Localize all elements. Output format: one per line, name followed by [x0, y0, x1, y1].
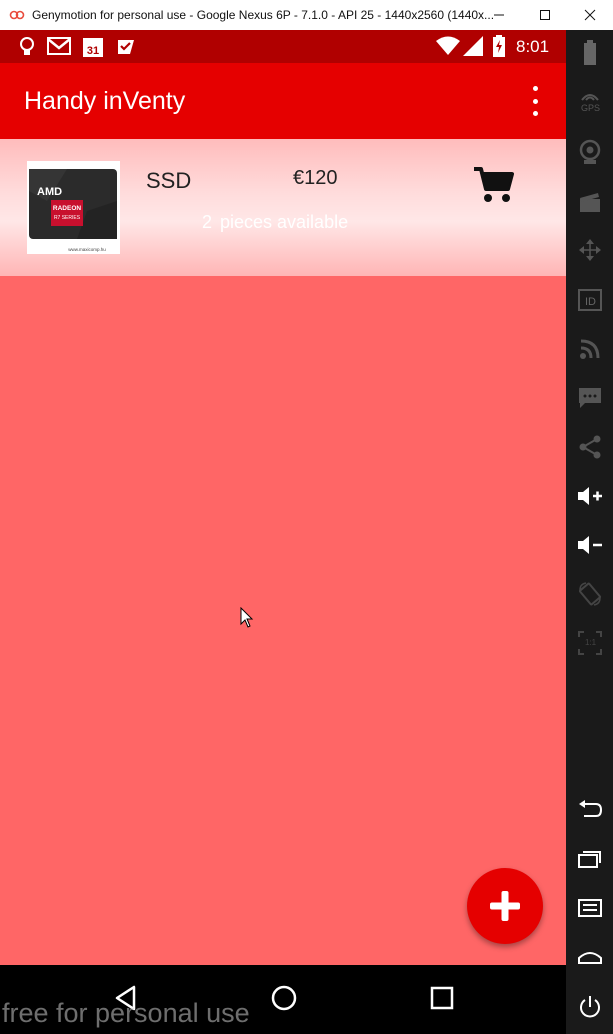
- svg-text:R7 SERIES: R7 SERIES: [54, 215, 81, 221]
- lightbulb-icon: [20, 37, 34, 55]
- cell-signal-icon: [463, 36, 483, 56]
- media-widget-button[interactable]: [575, 187, 605, 217]
- svg-text:RADEON: RADEON: [53, 205, 81, 212]
- dpad-widget-button[interactable]: [575, 235, 605, 265]
- network-widget-button[interactable]: [575, 334, 605, 364]
- svg-text:31: 31: [87, 45, 99, 57]
- list-item[interactable]: AMD RADEON R7 SERIES www.maxicomp.hu SSD…: [0, 139, 566, 276]
- battery-widget-button[interactable]: [575, 38, 605, 68]
- emulator-sidebar: GPS ID 1:1: [566, 30, 613, 1034]
- item-quantity: 2: [202, 212, 213, 232]
- status-time: 8:01: [516, 37, 550, 56]
- id-label: ID: [585, 296, 596, 308]
- volume-up-button[interactable]: [575, 481, 605, 511]
- svg-text:www.maxicomp.hu: www.maxicomp.hu: [68, 247, 106, 252]
- share-icon: [579, 435, 601, 459]
- window-title: Genymotion for personal use - Google Nex…: [32, 8, 495, 22]
- battery-widget-icon: [584, 40, 596, 65]
- home-side-button[interactable]: [575, 942, 605, 972]
- plus-icon: [490, 891, 520, 921]
- item-quantity-label: pieces available: [220, 212, 349, 232]
- battery-icon: [493, 35, 505, 57]
- svg-text:AMD: AMD: [37, 186, 62, 198]
- pixel-perfect-button[interactable]: 1:1: [575, 628, 605, 658]
- product-thumbnail: AMD RADEON R7 SERIES www.maxicomp.hu: [27, 161, 120, 254]
- app-title: Handy inVenty: [24, 87, 186, 115]
- volume-down-icon: [578, 536, 602, 554]
- app-toolbar: Handy inVenty: [0, 63, 566, 139]
- power-side-button[interactable]: [575, 992, 605, 1022]
- recent-apps-side-button[interactable]: [575, 844, 605, 874]
- back-side-button[interactable]: [575, 795, 605, 825]
- window-titlebar: Genymotion for personal use - Google Nex…: [0, 0, 613, 31]
- menu-side-button[interactable]: [575, 893, 605, 923]
- calendar-icon: 31: [83, 38, 103, 57]
- clapperboard-icon: [580, 193, 600, 212]
- dpad-arrows-icon: [579, 239, 601, 261]
- home-circle-icon: [271, 985, 297, 1011]
- android-status-bar: 31 8:01: [0, 30, 566, 63]
- item-price: €120: [293, 167, 338, 189]
- ratio-label: 1:1: [585, 638, 597, 647]
- share-widget-button[interactable]: [575, 432, 605, 462]
- add-to-cart-button[interactable]: [472, 165, 516, 205]
- close-button[interactable]: [567, 0, 613, 30]
- mouse-cursor-icon: [240, 607, 254, 628]
- inventory-list: AMD RADEON R7 SERIES www.maxicomp.hu SSD…: [0, 139, 566, 965]
- rss-feed-icon: [580, 339, 600, 359]
- screen-rotation-icon: [579, 582, 601, 606]
- volume-down-button[interactable]: [575, 530, 605, 560]
- genymotion-logo-icon: [9, 10, 25, 20]
- message-icon: [579, 388, 601, 408]
- minimize-button[interactable]: [476, 0, 522, 30]
- add-item-fab[interactable]: [467, 868, 543, 944]
- menu-lines-icon: [578, 899, 602, 917]
- sms-widget-button[interactable]: [575, 383, 605, 413]
- dot-icon: [532, 98, 538, 104]
- wifi-icon: [436, 36, 460, 55]
- device-id-widget-button[interactable]: ID: [575, 285, 605, 315]
- maximize-button[interactable]: [522, 0, 568, 30]
- dot-icon: [532, 86, 538, 91]
- dot-icon: [532, 111, 538, 116]
- volume-up-icon: [578, 487, 602, 505]
- recents-button[interactable]: [427, 983, 457, 1013]
- gps-label: GPS: [581, 103, 601, 113]
- item-name: SSD: [146, 168, 192, 193]
- shopping-cart-icon: [474, 167, 514, 202]
- watermark-text: free for personal use: [2, 998, 250, 1028]
- webcam-icon: [579, 139, 601, 164]
- recents-square-icon: [430, 986, 454, 1010]
- gmail-icon: [47, 37, 71, 55]
- camera-widget-button[interactable]: [575, 137, 605, 167]
- power-icon: [580, 996, 600, 1018]
- return-arrow-icon: [579, 800, 602, 817]
- home-house-icon: [578, 952, 602, 964]
- recent-apps-icon: [578, 851, 601, 868]
- gps-widget-button[interactable]: GPS: [575, 85, 605, 115]
- home-button[interactable]: [269, 983, 299, 1013]
- task-check-icon: [118, 40, 134, 54]
- overflow-menu-button[interactable]: [522, 86, 548, 116]
- rotate-button[interactable]: [575, 579, 605, 609]
